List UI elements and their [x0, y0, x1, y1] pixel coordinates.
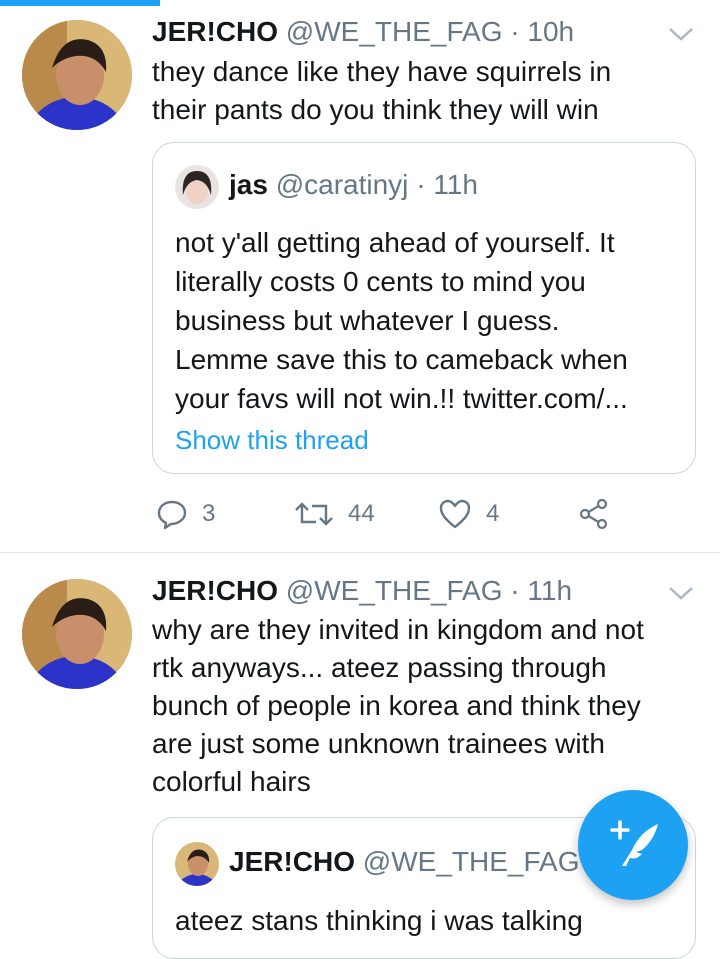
show-thread-link[interactable]: Show this thread: [175, 425, 369, 456]
separator-dot: ·: [416, 169, 426, 200]
tweet-1[interactable]: JER!CHO @WE_THE_FAG · 10h they dance lik…: [0, 0, 720, 552]
tweet-header: JER!CHO @WE_THE_FAG · 10h: [152, 16, 574, 48]
quoted-author-avatar: [175, 842, 219, 886]
compose-tweet-button[interactable]: [578, 790, 688, 900]
quoted-text-line: your favs will not win.!! twitter.com/..…: [175, 383, 628, 414]
tweet-text: they dance like they have squirrels in t…: [152, 53, 692, 129]
tweet-text-line: their pants do you think they will win: [152, 94, 599, 125]
reply-button[interactable]: 3: [156, 498, 215, 530]
author-avatar[interactable]: [22, 579, 132, 689]
quoted-author-name: jas: [229, 169, 268, 200]
quoted-text-line: business but whatever I guess.: [175, 305, 560, 336]
retweet-icon: [295, 502, 333, 526]
quoted-author-avatar: [175, 165, 219, 209]
quoted-text-line: ateez stans thinking i was talking: [175, 905, 583, 936]
quoted-timestamp: 11h: [433, 169, 478, 200]
quoted-text-line: literally costs 0 cents to mind you: [175, 266, 586, 297]
heart-icon: [439, 499, 471, 529]
retweet-button[interactable]: 44: [294, 498, 375, 530]
tweet-text-line: are just some unknown trainees with: [152, 728, 605, 759]
author-handle[interactable]: @WE_THE_FAG: [286, 575, 503, 606]
like-count: 4: [486, 500, 500, 527]
share-icon: [579, 498, 608, 530]
quoted-text-line: not y'all getting ahead of yourself. It: [175, 227, 615, 258]
compose-tweet-icon: [610, 820, 658, 866]
author-name[interactable]: JER!CHO: [152, 16, 278, 47]
quoted-text: not y'all getting ahead of yourself. It …: [175, 223, 680, 418]
separator-dot: ·: [510, 575, 520, 606]
author-name[interactable]: JER!CHO: [152, 575, 278, 606]
tweet-timestamp[interactable]: 11h: [527, 575, 572, 606]
author-handle[interactable]: @WE_THE_FAG: [286, 16, 503, 47]
tweet-text-line: rtk anyways... ateez passing through: [152, 652, 607, 683]
retweet-count: 44: [348, 500, 375, 527]
like-button[interactable]: 4: [438, 498, 499, 530]
share-button[interactable]: [578, 498, 610, 530]
chevron-down-icon[interactable]: [668, 585, 694, 601]
reply-icon: [157, 500, 187, 530]
quoted-author-handle: @caratinyj: [275, 169, 409, 200]
quoted-header: JER!CHO @WE_THE_FAG: [229, 846, 579, 878]
tweet-text: why are they invited in kingdom and not …: [152, 611, 692, 801]
tweet-text-line: bunch of people in korea and think they: [152, 690, 641, 721]
tweet-header: JER!CHO @WE_THE_FAG · 11h: [152, 575, 572, 607]
tweet-text-line: they dance like they have squirrels in: [152, 56, 612, 87]
quoted-text: ateez stans thinking i was talking: [175, 901, 680, 940]
quoted-text-line: Lemme save this to cameback when: [175, 344, 628, 375]
separator-dot: ·: [510, 16, 520, 47]
tweet-text-line: why are they invited in kingdom and not: [152, 614, 644, 645]
author-avatar[interactable]: [22, 20, 132, 130]
quoted-author-handle: @WE_THE_FAG: [362, 846, 580, 877]
tweet-timestamp[interactable]: 10h: [527, 16, 574, 47]
chevron-down-icon[interactable]: [668, 26, 694, 42]
quoted-tweet[interactable]: jas @caratinyj · 11h not y'all getting a…: [152, 142, 696, 474]
reply-count: 3: [202, 500, 216, 527]
quoted-header: jas @caratinyj · 11h: [229, 169, 478, 201]
quoted-author-name: JER!CHO: [229, 846, 356, 877]
